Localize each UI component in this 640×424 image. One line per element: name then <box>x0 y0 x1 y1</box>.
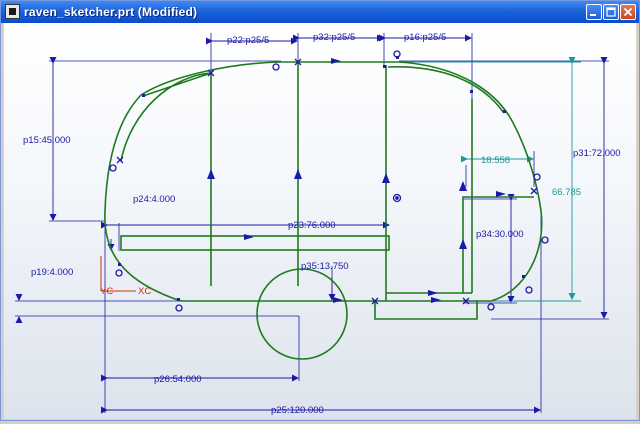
dim-p35[interactable]: p35:13.750 <box>301 261 349 272</box>
dim-p26[interactable]: p26:54.000 <box>154 374 202 385</box>
sketch-geometry[interactable] <box>104 61 543 360</box>
close-icon <box>623 7 633 17</box>
front-window-line[interactable] <box>120 72 212 162</box>
maximize-icon <box>606 7 616 17</box>
title-bar[interactable]: raven_sketcher.prt (Modified) <box>1 1 639 23</box>
dim-p15[interactable]: p15:45.000 <box>23 135 71 146</box>
dim-p32[interactable]: p32:p25/5 <box>313 32 355 43</box>
window-title: raven_sketcher.prt (Modified) <box>24 5 198 19</box>
close-button[interactable] <box>620 4 636 20</box>
dim-p24[interactable]: p24:4.000 <box>133 194 175 205</box>
app-icon[interactable] <box>5 4 20 19</box>
wheel-circle[interactable] <box>256 268 348 360</box>
maximize-button[interactable] <box>603 4 619 20</box>
ref-dim-vertical[interactable]: 66.785 <box>552 187 581 198</box>
dim-p23[interactable]: p23:76.000 <box>288 220 336 231</box>
dim-p34[interactable]: p34:30.000 <box>476 229 524 240</box>
ref-dim-horizontal[interactable]: 18.558 <box>481 155 510 166</box>
inner-roof-arc[interactable] <box>387 66 505 114</box>
floor-bar[interactable] <box>120 235 390 251</box>
wcs-axes: XC YC <box>100 256 151 297</box>
sketch-canvas[interactable]: XC YC p22:p25/5 p32:p25/5 p16:p25/5 p15:… <box>4 23 636 419</box>
minimize-button[interactable] <box>586 4 602 20</box>
step-outline[interactable] <box>374 301 478 320</box>
sketcher-window: raven_sketcher.prt (Modified) XC YC p22:… <box>0 0 640 421</box>
axis-y-label: YC <box>100 286 113 297</box>
door-outline[interactable] <box>386 196 534 294</box>
dim-p19[interactable]: p19:4.000 <box>31 267 73 278</box>
dim-p25[interactable]: p25:120.000 <box>271 405 324 416</box>
dimension-labels[interactable]: p22:p25/5 p32:p25/5 p16:p25/5 p15:45.000… <box>23 32 621 416</box>
axis-x-label: XC <box>138 286 151 297</box>
sketch-drawing[interactable]: XC YC p22:p25/5 p32:p25/5 p16:p25/5 p15:… <box>4 23 636 419</box>
minimize-icon <box>590 14 596 16</box>
dim-p31[interactable]: p31:72.000 <box>573 148 621 159</box>
constraint-markers[interactable] <box>109 50 549 312</box>
dim-p16[interactable]: p16:p25/5 <box>404 32 446 43</box>
direction-arrows <box>207 58 506 303</box>
dim-p22[interactable]: p22:p25/5 <box>227 35 269 46</box>
